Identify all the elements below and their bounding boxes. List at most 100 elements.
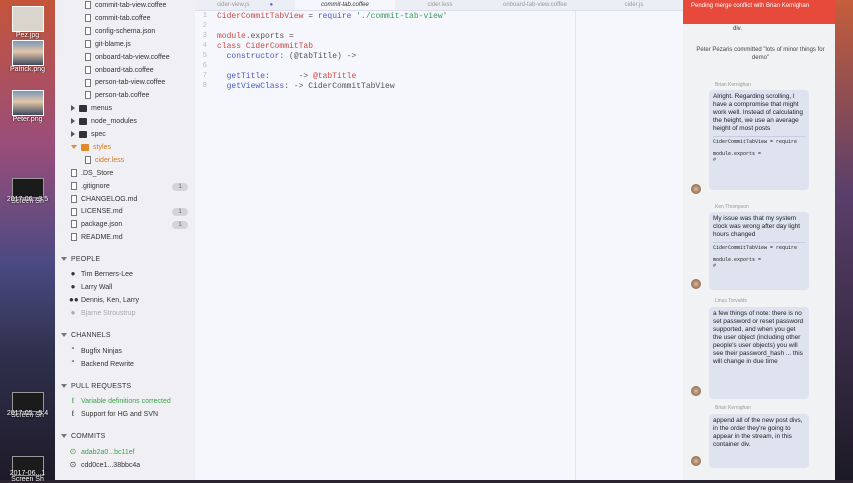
tree-item[interactable]: onboard-tab.coffee: [85, 65, 154, 77]
tab-commit-tab-coffee[interactable]: commit-tab.coffee: [295, 0, 395, 10]
tree-item[interactable]: package.json 1: [71, 219, 188, 231]
desktop-file-label: Peter.png: [12, 116, 43, 123]
file-icon: [85, 78, 91, 87]
tab-cider-less[interactable]: cider.less: [395, 0, 485, 10]
line-number: 4: [202, 42, 207, 50]
file-thumbnail-icon: [11, 40, 44, 66]
pull-request-icon: ℓ: [71, 409, 75, 418]
line-number: 8: [202, 82, 207, 90]
tree-item[interactable]: styles: [71, 142, 111, 154]
person-tim[interactable]: ● Tim Berners-Lee: [69, 269, 133, 278]
change-count-badge: 1: [172, 208, 188, 217]
message-author: Brian Kernighan: [715, 82, 751, 88]
folder-icon: [79, 117, 87, 125]
file-icon: [71, 181, 77, 190]
tree-item-label: commit-tab.coffee: [95, 14, 151, 22]
line-number-gutter: 1 2 3 4 5 6 7 8: [195, 10, 209, 480]
chevron-down-icon: [61, 434, 67, 439]
code-line-5[interactable]: constructor: (@tabTitle) ->: [217, 52, 357, 61]
tree-item[interactable]: git-blame.js: [85, 39, 131, 51]
tree-item[interactable]: CHANGELOG.md: [71, 194, 137, 206]
file-thumbnail-icon: [11, 90, 44, 116]
quote-icon: “: [71, 346, 75, 355]
commit-adab2a0[interactable]: ⊙ adab2a0...bc11ef: [69, 447, 135, 456]
channel-bugfix[interactable]: “Bugfix Ninjas: [69, 346, 122, 355]
desktop-file-icon[interactable]: Peter.png: [0, 90, 55, 123]
commits-header[interactable]: COMMITS: [61, 433, 105, 440]
tab-onboard-tab-view[interactable]: onboard-tab-view.coffee: [485, 0, 585, 10]
tree-item-label: README.md: [81, 234, 123, 242]
person-bjarne[interactable]: ● Bjarne Stroustrup: [69, 308, 136, 317]
chevron-down-icon: [71, 145, 77, 150]
desktop-strip: Pez.jpg Patrick.png Peter.png Screen Sh 2017…: [0, 0, 55, 483]
desktop-file-icon[interactable]: 2017-06...1: [0, 470, 55, 477]
channel-backend[interactable]: “Backend Rewrite: [69, 359, 134, 368]
tree-item-label: person-tab-view.coffee: [95, 79, 166, 87]
tree-item-label: commit-tab-view.coffee: [95, 2, 167, 9]
person-group[interactable]: ●● Dennis, Ken, Larry: [69, 295, 139, 304]
tree-item[interactable]: commit-tab-view.coffee: [85, 0, 166, 12]
desktop-file-label: 2017-06...3.5: [6, 196, 49, 203]
file-icon: [71, 207, 77, 216]
tree-item[interactable]: README.md: [71, 232, 123, 244]
tree-item[interactable]: person-tab-view.coffee: [85, 77, 165, 89]
message-bubble[interactable]: Alright. Regarding scrolling, I have a c…: [709, 90, 809, 190]
file-thumbnail-icon: [11, 392, 44, 412]
chevron-down-icon: [61, 333, 67, 338]
pull-request-icon: ℓ: [71, 396, 75, 405]
tab-bar: cider-view.js ● commit-tab.coffee cider.l…: [195, 0, 683, 11]
person-larry[interactable]: ● Larry Wall: [69, 282, 113, 291]
tree-item-label: person-tab.coffee: [95, 92, 150, 100]
tree-item-label: onboard-tab.coffee: [95, 66, 154, 74]
change-count-badge: 1: [172, 182, 188, 191]
tree-item-label: git-blame.js: [95, 40, 131, 48]
commit-system-message: Peter Pezaris committed "lots of minor t…: [696, 47, 825, 61]
tree-item[interactable]: .DS_Store: [71, 168, 113, 180]
tree-item[interactable]: cider.less: [85, 155, 124, 167]
code-line-3[interactable]: module.exports =: [217, 32, 294, 41]
tree-item[interactable]: node_modules: [71, 116, 137, 128]
desktop-file-icon[interactable]: 2017-06...3.5: [0, 196, 55, 203]
tree-item[interactable]: config-schema.json: [85, 26, 155, 38]
tree-item[interactable]: spec: [71, 129, 106, 141]
desktop-file-icon[interactable]: Patrick.png: [0, 40, 55, 73]
code-editor[interactable]: cider-view.js ● commit-tab.coffee cider.l…: [195, 0, 683, 480]
channels-header[interactable]: CHANNELS: [61, 332, 111, 339]
desktop-file-icon[interactable]: 2017-05...5.4: [0, 410, 55, 417]
merge-conflict-banner[interactable]: Pending merge conflict with Brian Kernig…: [683, 0, 835, 24]
message-bubble[interactable]: a few things of note: there is no set pa…: [709, 307, 809, 399]
commit-cdd0ce1[interactable]: ⊙ cdd0ce1...38bbc4a: [69, 460, 141, 469]
tree-item[interactable]: menus: [71, 103, 112, 115]
file-thumbnail-icon: [11, 6, 44, 32]
line-number: 3: [202, 32, 207, 40]
atom-window: commit-tab-view.coffee commit-tab.coffee c…: [55, 0, 835, 480]
tree-item-label: CHANGELOG.md: [81, 195, 138, 203]
pull-variable-defs[interactable]: ℓ Variable definitions corrected: [69, 396, 171, 405]
line-number: 2: [202, 22, 207, 30]
line-number: 6: [202, 62, 207, 70]
tree-item[interactable]: onboard-tab-view.coffee: [85, 52, 170, 64]
code-line-1[interactable]: CiderCommitTabView = require './commit-t…: [217, 12, 447, 21]
pull-hg-svn[interactable]: ℓ Support for HG and SVN: [69, 409, 158, 418]
message-bubble[interactable]: My issue was that my system clock was wr…: [709, 212, 809, 290]
tab-cider-js[interactable]: cider.js: [585, 0, 683, 10]
code-snippet: CiderCommitTabView = require module.expo…: [713, 136, 805, 163]
commit-icon: ⊙: [69, 460, 77, 469]
message-bubble[interactable]: append all of the new post divs, in the …: [709, 414, 809, 468]
file-icon: [85, 155, 91, 164]
people-header[interactable]: PEOPLE: [61, 256, 100, 263]
folder-icon: [79, 130, 87, 138]
code-line-4[interactable]: class CiderCommitTab: [217, 42, 313, 51]
tree-item[interactable]: person-tab.coffee: [85, 90, 149, 102]
file-icon: [71, 168, 77, 177]
code-line-8[interactable]: getViewClass: -> CiderCommitTabView: [217, 82, 395, 91]
desktop-file-label: 2017-06...1: [9, 470, 46, 477]
desktop-file-icon[interactable]: Pez.jpg: [0, 6, 55, 39]
tree-item[interactable]: .gitignore 1: [71, 181, 188, 193]
tree-item[interactable]: commit-tab.coffee: [85, 13, 151, 25]
pulls-header[interactable]: PULL REQUESTS: [61, 383, 131, 390]
tree-item[interactable]: LICENSE.md 1: [71, 206, 188, 218]
code-line-7[interactable]: getTitle: -> @tabTitle: [217, 72, 357, 81]
code-snippet: CiderCommitTabView = require module.expo…: [713, 242, 805, 269]
tab-cider-view-js[interactable]: cider-view.js ●: [195, 0, 295, 10]
